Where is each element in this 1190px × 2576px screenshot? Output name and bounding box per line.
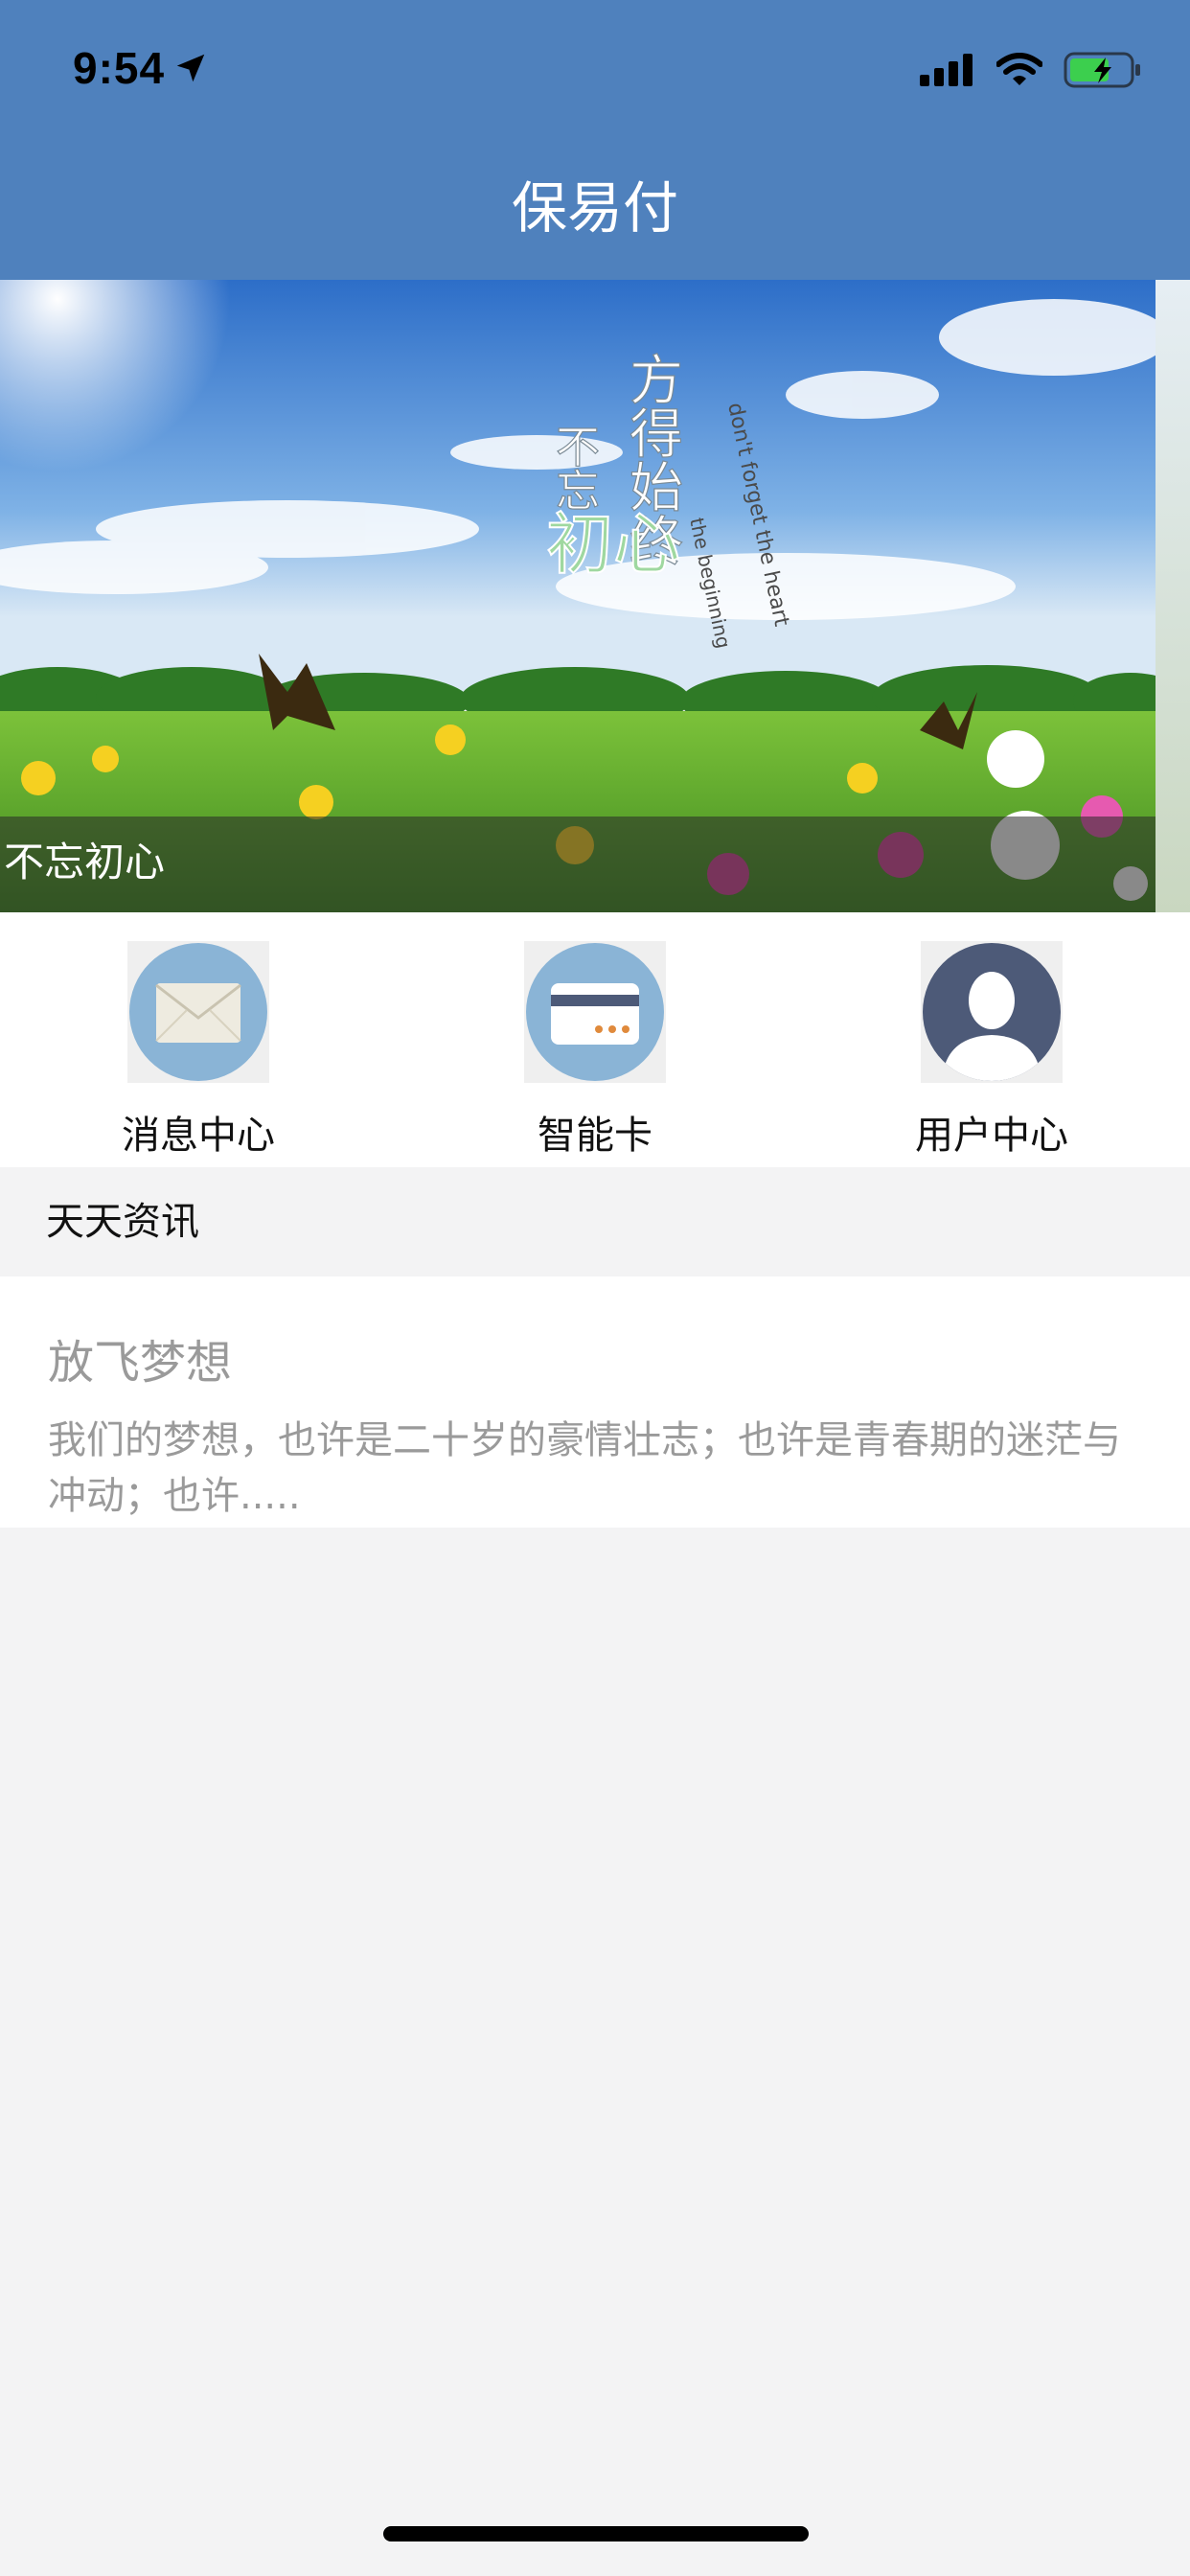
status-bar-time: 9:54	[73, 42, 209, 94]
quick-menu: 消息中心 智能卡 用户中心	[0, 912, 1190, 1167]
status-bar-indicators	[920, 52, 1142, 88]
battery-charging-icon	[1064, 52, 1140, 88]
menu-item-label: 消息中心	[122, 1114, 275, 1158]
card-icon	[524, 941, 666, 1083]
cellular-signal-icon	[920, 54, 973, 86]
wifi-icon	[996, 53, 1042, 85]
page-title: 保易付	[511, 175, 678, 241]
menu-item-message-center[interactable]: 消息中心	[0, 912, 397, 1167]
list-item[interactable]: 放飞梦想 我们的梦想，也许是二十岁的豪情壮志；也许是青春期的迷茫与冲动；也许..…	[0, 1276, 1190, 1528]
app-header: 9:54 保易付	[0, 0, 1190, 280]
envelope-icon	[127, 941, 269, 1083]
menu-item-smart-card[interactable]: 智能卡	[397, 912, 793, 1167]
section-header-news: 天天资讯	[0, 1167, 1190, 1276]
banner-next-slide-peek	[1156, 280, 1190, 912]
banner-carousel[interactable]: 方得始终 不忘 初心 don't forget the heart the be…	[0, 280, 1190, 912]
news-title: 放飞梦想	[48, 1336, 233, 1390]
menu-item-label: 智能卡	[538, 1114, 652, 1158]
news-summary: 我们的梦想，也许是二十岁的豪情壮志；也许是青春期的迷茫与冲动；也许.....	[48, 1418, 1121, 1518]
location-arrow-icon	[176, 54, 205, 82]
banner-art-text: 不忘	[549, 424, 601, 512]
banner-art-text: 初心	[546, 505, 680, 584]
menu-item-label: 用户中心	[915, 1114, 1068, 1158]
user-icon	[921, 941, 1063, 1083]
banner-caption: 不忘初心	[0, 816, 1156, 912]
menu-item-user-center[interactable]: 用户中心	[793, 912, 1190, 1167]
home-indicator[interactable]	[383, 2526, 809, 2542]
